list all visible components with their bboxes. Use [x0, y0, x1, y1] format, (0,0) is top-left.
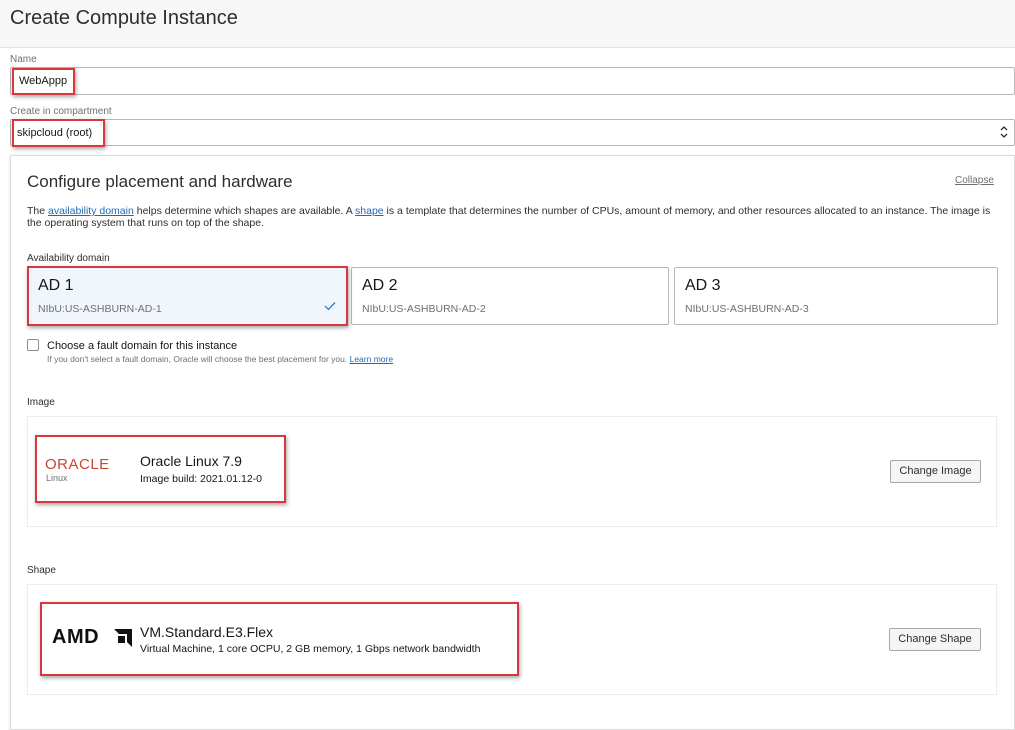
image-section-label: Image [27, 397, 55, 408]
compartment-value: skipcloud (root) [17, 127, 93, 139]
name-label: Name [10, 54, 37, 65]
change-image-button[interactable]: Change Image [890, 460, 981, 483]
collapse-link[interactable]: Collapse [955, 175, 994, 186]
ad-value: NIbU:US-ASHBURN-AD-2 [362, 303, 486, 315]
image-box [27, 416, 997, 527]
ad-name: AD 1 [38, 277, 74, 294]
learn-more-link[interactable]: Learn more [350, 354, 393, 364]
oracle-linux-logo: ORACLE Linux [45, 456, 110, 483]
shape-description: Virtual Machine, 1 core OCPU, 2 GB memor… [140, 643, 481, 655]
availability-domain-link[interactable]: availability domain [48, 205, 134, 217]
select-arrows-icon [1000, 125, 1008, 140]
section-title: Configure placement and hardware [27, 172, 293, 191]
amd-arrow-icon [114, 629, 132, 647]
ad-name: AD 2 [362, 277, 398, 294]
placement-description: The availability domain helps determine … [27, 205, 991, 229]
name-input[interactable] [10, 67, 1015, 95]
compartment-select[interactable]: skipcloud (root) [10, 119, 1015, 146]
compartment-label: Create in compartment [10, 106, 112, 117]
ad-name: AD 3 [685, 277, 721, 294]
ad-card-3[interactable]: AD 3 NIbU:US-ASHBURN-AD-3 [674, 267, 998, 325]
shape-name: VM.Standard.E3.Flex [140, 624, 274, 640]
fault-domain-hint: If you don't select a fault domain, Orac… [47, 354, 394, 364]
oracle-logo-sub: Linux [46, 473, 68, 483]
availability-domain-label: Availability domain [27, 253, 110, 264]
amd-logo-word: AMD [52, 626, 100, 648]
check-icon [324, 299, 336, 314]
change-shape-button[interactable]: Change Shape [889, 628, 981, 651]
shape-section-label: Shape [27, 565, 56, 576]
amd-logo: AMD [52, 626, 132, 650]
shape-link[interactable]: shape [355, 205, 384, 217]
ad-card-1[interactable]: AD 1 NIbU:US-ASHBURN-AD-1 [27, 267, 347, 325]
ad-value: NIbU:US-ASHBURN-AD-1 [38, 303, 162, 315]
ad-value: NIbU:US-ASHBURN-AD-3 [685, 303, 809, 315]
image-name: Oracle Linux 7.9 [140, 453, 242, 469]
oracle-logo-word: ORACLE [45, 456, 110, 473]
ad-card-2[interactable]: AD 2 NIbU:US-ASHBURN-AD-2 [351, 267, 669, 325]
page-title: Create Compute Instance [10, 7, 238, 29]
fault-domain-label: Choose a fault domain for this instance [47, 340, 238, 352]
fault-domain-checkbox[interactable] [27, 339, 39, 351]
image-build: Image build: 2021.01.12-0 [140, 473, 263, 485]
